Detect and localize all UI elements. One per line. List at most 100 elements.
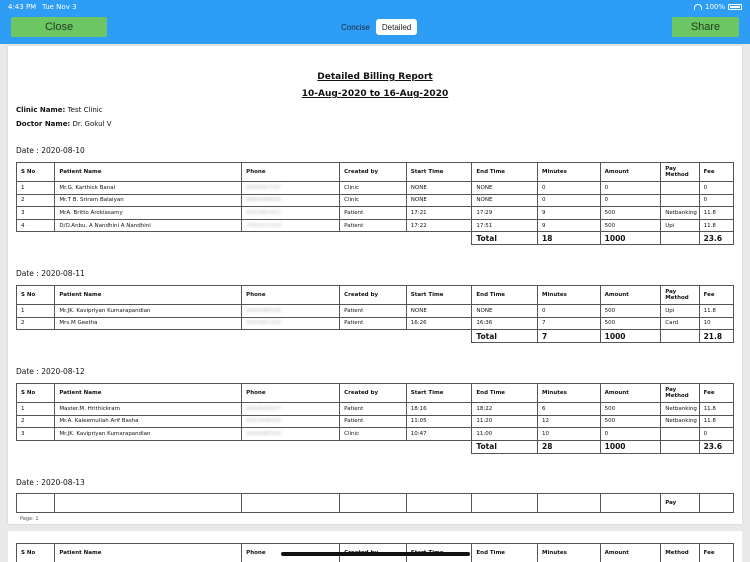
total-cell: [406, 231, 472, 245]
column-header: Patient Name: [54, 383, 243, 403]
nav-bar: Close Concise Detailed Share: [0, 14, 750, 44]
report-title: Detailed Billing Report: [317, 72, 433, 82]
column-header: Fee: [698, 543, 735, 562]
table-cell: 9952861412: [241, 206, 341, 220]
clinic-name-value: Test Clinic: [67, 106, 103, 114]
table-cell: Patient: [339, 206, 407, 220]
column-header: [54, 493, 243, 513]
table-cell: 0: [537, 304, 601, 318]
wifi-icon: [693, 4, 702, 10]
table-row: 3 Mr.JK. Kavipriyan Kumarapandian 99440883…: [15, 427, 735, 441]
column-header: Pay Method: [660, 162, 700, 182]
column-header: [698, 493, 735, 513]
home-indicator[interactable]: [281, 552, 470, 556]
table-cell: 11.8: [698, 218, 735, 233]
table-cell: Netbanking: [660, 206, 700, 220]
date-heading: Date : 2020-08-12: [16, 367, 85, 376]
total-label: Total: [471, 329, 539, 344]
column-header: [599, 493, 662, 513]
table-cell: 500: [599, 402, 662, 416]
table-cell: Netbanking: [660, 414, 700, 429]
table-row: 2 Mr.T B. Sriram Balaiyan 9884648656 Clinic…: [15, 193, 735, 208]
table-cell: 7: [537, 316, 601, 331]
total-row: Total 7 1000 21.8: [16, 329, 735, 344]
column-header: Method: [660, 543, 700, 562]
table-cell: Clinic: [339, 427, 407, 441]
report-page-1[interactable]: Detailed Billing Report 10-Aug-2020 to 1…: [8, 46, 742, 524]
table-cell: Mrs.M Geetha: [54, 316, 243, 331]
column-header: Phone: [241, 285, 341, 305]
table-cell: 9659630007: [241, 402, 341, 416]
column-header: Fee: [698, 285, 735, 305]
total-cell: [16, 439, 55, 454]
total-cell: [16, 329, 55, 343]
total-cell: [339, 439, 407, 454]
column-header: [471, 493, 539, 513]
column-header: Amount: [599, 383, 662, 403]
total-cell: [339, 329, 407, 343]
table-header-row: Pay: [15, 493, 735, 513]
table-cell: 1: [15, 402, 56, 416]
column-header: Phone: [241, 162, 341, 182]
tab-detailed[interactable]: Detailed: [375, 19, 418, 35]
column-header: [15, 493, 56, 513]
total-minutes: 18: [537, 231, 601, 246]
table-cell: Master.M. Hrithickram: [54, 402, 243, 416]
total-cell: [241, 329, 340, 343]
column-header: Fee: [698, 383, 735, 403]
column-header: Minutes: [537, 285, 601, 305]
tab-concise[interactable]: Concise: [335, 19, 376, 35]
share-button[interactable]: Share: [672, 17, 739, 37]
status-time: 4:43 PM: [8, 3, 37, 11]
column-header: S No: [15, 543, 56, 562]
billing-table-day-2: S No Patient Name Phone Created by Start Tim…: [15, 285, 735, 344]
table-cell: [660, 193, 700, 208]
table-cell: 10: [698, 316, 735, 331]
table-cell: Upi: [660, 218, 700, 233]
table-cell: 10: [537, 427, 601, 441]
table-cell: 3: [15, 206, 56, 220]
table-cell: 16:36: [471, 316, 539, 331]
report-mode-segment: Concise Detailed: [335, 19, 418, 35]
table-row: 2 Mr.A. Kaleemullah Arif Basha 9952448095 P…: [15, 414, 735, 429]
table-cell: 500: [599, 414, 662, 429]
table-header-row: S NoPatient NamePhoneCreated byStart Tim…: [15, 162, 735, 182]
column-header: S No: [15, 162, 56, 182]
table-cell: 2: [15, 316, 56, 331]
table-cell: 500: [599, 218, 662, 233]
page-number: Page: 1: [20, 516, 39, 522]
doctor-name: Doctor Name: Dr. Gokul V: [16, 120, 112, 128]
table-cell: 11:20: [471, 414, 539, 429]
table-cell: [660, 181, 700, 195]
table-cell: 11.8: [698, 402, 735, 416]
close-button[interactable]: Close: [11, 17, 107, 37]
table-cell: 18:16: [405, 402, 473, 416]
table-cell: 11.8: [698, 304, 735, 318]
billing-table-day-4: Pay: [15, 493, 735, 513]
total-label: Total: [471, 231, 539, 246]
table-cell: 7550313318: [241, 218, 341, 233]
table-cell: 9: [537, 218, 601, 233]
column-header: Minutes: [537, 543, 601, 562]
table-cell: 2: [15, 193, 56, 208]
total-row: Total 18 1000 23.6: [16, 231, 735, 246]
table-cell: NONE: [405, 304, 473, 318]
column-header: Patient Name: [54, 285, 243, 305]
table-cell: 12: [537, 414, 601, 429]
column-header: Amount: [599, 162, 662, 182]
doctor-name-label: Doctor Name:: [16, 120, 71, 128]
table-cell: 500: [599, 304, 662, 318]
table-cell: NONE: [471, 181, 539, 195]
table-cell: Mr.JK. Kavipriyan Kumarapandian: [54, 427, 243, 441]
status-date: Tue Nov 3: [42, 3, 77, 11]
table-cell: 17:29: [471, 206, 539, 220]
table-cell: Card: [660, 316, 700, 331]
total-cell: [660, 329, 700, 344]
column-header: Minutes: [537, 162, 601, 182]
table-cell: Mr.G. Karthick Banal: [54, 181, 243, 195]
table-cell: 1: [15, 181, 56, 195]
report-page-2[interactable]: S NoPatient NamePhoneCreated byStart Tim…: [8, 531, 742, 562]
table-cell: 6: [537, 402, 601, 416]
clinic-name: Clinic Name: Test Clinic: [16, 106, 103, 114]
table-cell: D/O.Anbu. A Nandhini A Nandhini: [54, 218, 243, 233]
